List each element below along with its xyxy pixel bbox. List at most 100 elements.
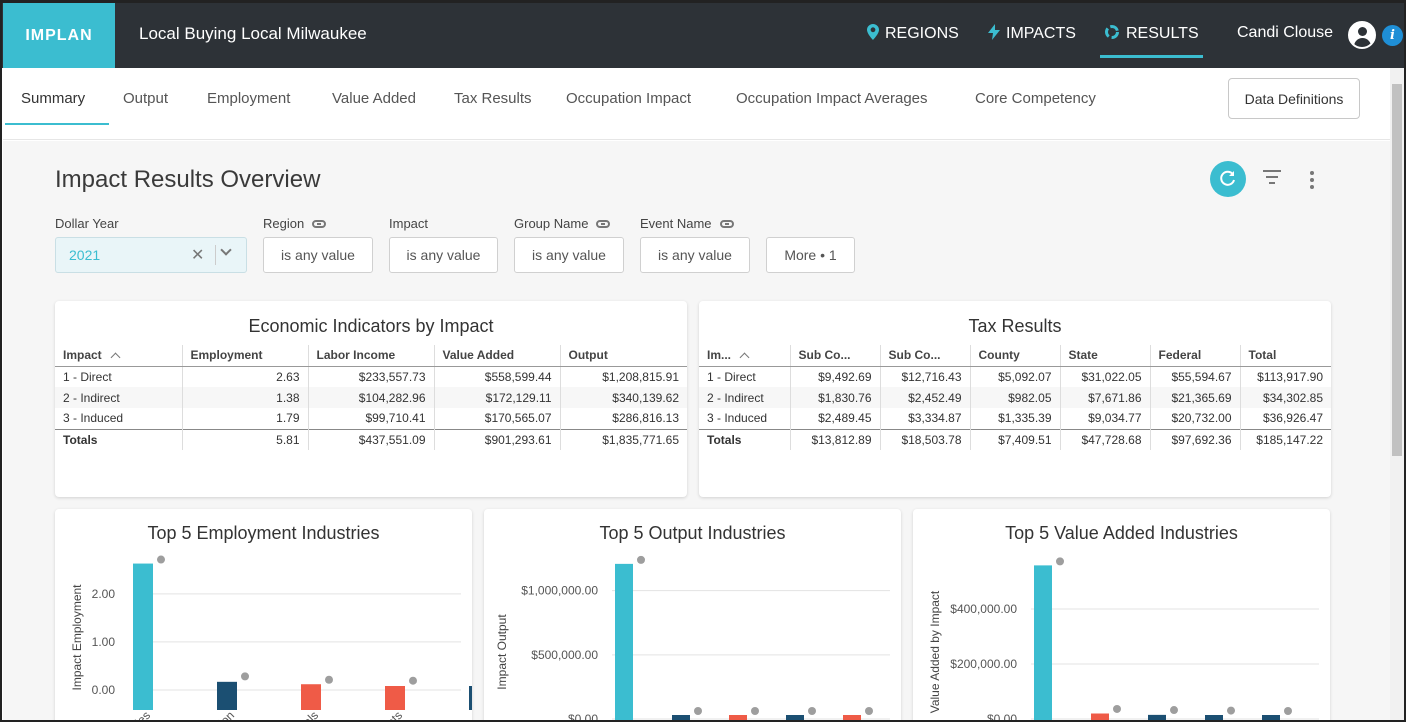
table-row: 1 - Direct $9,492.69 $12,716.43 $5,092.07 $3…: [699, 366, 1331, 387]
link-icon[interactable]: [719, 219, 734, 228]
y-tick-label: $0.00: [987, 712, 1017, 722]
implan-logo[interactable]: IMPLAN: [3, 3, 115, 68]
tab-value-added[interactable]: Value Added: [332, 90, 416, 107]
chart-bar[interactable]: [385, 686, 405, 710]
chart-marker[interactable]: [694, 707, 702, 715]
tab-summary[interactable]: Summary: [21, 90, 85, 107]
dollar-year-select[interactable]: 2021 ✕: [55, 237, 247, 273]
economic-indicators-card: Economic Indicators by Impact Impact Emp…: [55, 301, 687, 497]
economic-indicators-title: Economic Indicators by Impact: [248, 316, 494, 336]
chart-marker[interactable]: [1056, 557, 1064, 566]
chart-marker[interactable]: [1113, 704, 1121, 713]
y-tick-label: 0.00: [92, 683, 116, 697]
tab-occupation-impact-averages[interactable]: Occupation Impact Averages: [736, 90, 928, 107]
event-name-filter[interactable]: is any value: [640, 237, 750, 273]
clear-icon[interactable]: ✕: [191, 245, 204, 265]
table-row: 1 - Direct 2.63 $233,557.73 $558,599.44 $1,2…: [55, 366, 687, 387]
value-added-industries-card: Top 5 Value Added Industries $0.00 $200,0…: [913, 509, 1330, 722]
link-icon[interactable]: [312, 219, 327, 228]
tab-tax-results[interactable]: Tax Results: [454, 90, 532, 107]
chart-bar[interactable]: [217, 681, 237, 710]
region-filter[interactable]: is any value: [263, 237, 373, 273]
economic-indicators-table: Impact Employment Labor Income Value Add…: [55, 345, 687, 450]
filter-icon[interactable]: [1262, 170, 1282, 186]
column-header[interactable]: Value Added: [434, 345, 561, 367]
map-pin-icon: [867, 24, 879, 44]
results-icon: [1104, 24, 1120, 44]
tab-core-competency[interactable]: Core Competency: [975, 90, 1096, 107]
y-tick-label: $200,000.00: [950, 657, 1017, 671]
chart-marker[interactable]: [325, 675, 333, 684]
chart-bar[interactable]: [729, 715, 747, 722]
project-title: Local Buying Local Milwaukee: [139, 24, 367, 43]
chart-marker[interactable]: [1170, 706, 1178, 715]
scrollbar-thumb[interactable]: [1392, 84, 1402, 456]
chart-bar[interactable]: [1091, 713, 1109, 722]
chart-marker[interactable]: [637, 555, 645, 564]
tab-output[interactable]: Output: [123, 90, 168, 107]
event-name-label: Event Name: [640, 216, 734, 231]
active-tab-indicator: [5, 123, 109, 125]
x-tick-label: tate: [465, 708, 472, 722]
link-icon[interactable]: [596, 219, 611, 228]
impact-label: Impact: [389, 216, 429, 231]
chart-marker[interactable]: [751, 707, 759, 715]
chart-bar[interactable]: [672, 715, 690, 722]
info-icon[interactable]: i: [1382, 25, 1403, 46]
column-header[interactable]: Sub Co...: [790, 345, 881, 367]
chart-bar[interactable]: [133, 563, 153, 710]
refresh-icon: [1220, 170, 1235, 186]
refresh-button[interactable]: [1210, 161, 1246, 197]
y-tick-label: 1.00: [92, 635, 116, 649]
chart-bar[interactable]: [1205, 715, 1223, 722]
group-name-filter[interactable]: is any value: [514, 237, 624, 273]
y-tick-label: $500,000.00: [531, 648, 598, 662]
table-row: 3 - Induced 1.79 $99,710.41 $170,565.07 $286…: [55, 408, 687, 429]
column-header[interactable]: Im...: [699, 345, 791, 367]
chart-marker[interactable]: [1227, 706, 1235, 715]
chart-bar[interactable]: [786, 715, 804, 722]
user-name[interactable]: Candi Clouse: [1237, 24, 1333, 42]
column-header[interactable]: Federal: [1150, 345, 1241, 367]
x-tick-label: ants: [379, 708, 405, 722]
chart-bar[interactable]: [469, 686, 472, 710]
chart-marker[interactable]: [865, 707, 873, 715]
nav-impacts[interactable]: IMPACTS: [988, 0, 1076, 68]
nav-regions[interactable]: REGIONS: [867, 0, 959, 68]
chart-marker[interactable]: [241, 672, 249, 681]
column-header[interactable]: Sub Co...: [880, 345, 971, 367]
chart-bar[interactable]: [843, 715, 861, 722]
sort-ascending-icon[interactable]: [739, 352, 750, 363]
tab-employment[interactable]: Employment: [207, 90, 290, 107]
data-definitions-button[interactable]: Data Definitions: [1228, 78, 1360, 119]
chart-bar[interactable]: [1262, 715, 1280, 722]
impact-filter[interactable]: is any value: [389, 237, 498, 273]
chart-bar[interactable]: [1034, 565, 1052, 722]
column-header[interactable]: Output: [560, 345, 687, 367]
column-header[interactable]: State: [1060, 345, 1151, 367]
y-axis-label: Impact Output: [495, 614, 509, 690]
chart-marker[interactable]: [157, 555, 165, 564]
chart-marker[interactable]: [409, 676, 417, 685]
value-added-industries-chart: $0.00 $200,000.00 $400,000.00 Value Added b…: [928, 557, 1319, 722]
user-avatar-icon[interactable]: [1348, 21, 1376, 49]
chevron-down-icon[interactable]: [220, 244, 232, 256]
more-options-icon[interactable]: [1306, 171, 1318, 189]
tab-occupation-impact[interactable]: Occupation Impact: [566, 90, 691, 107]
chart-bar[interactable]: [615, 563, 633, 722]
chart-bar[interactable]: [1148, 714, 1166, 722]
chart-bar[interactable]: [301, 684, 321, 710]
more-filters-button[interactable]: More • 1: [766, 237, 855, 273]
column-header[interactable]: Employment: [182, 345, 309, 367]
column-header[interactable]: Labor Income: [308, 345, 435, 367]
chart-marker[interactable]: [808, 707, 816, 715]
x-tick-label: ation: [209, 708, 237, 722]
column-header[interactable]: County: [970, 345, 1061, 367]
nav-active-indicator: [1100, 55, 1203, 58]
column-header[interactable]: Total: [1240, 345, 1331, 367]
y-tick-label: $400,000.00: [950, 602, 1017, 616]
chart-marker[interactable]: [1284, 707, 1292, 715]
column-header[interactable]: Impact: [55, 345, 183, 367]
y-axis-label: Value Added by Impact: [928, 590, 942, 713]
sort-ascending-icon[interactable]: [110, 352, 121, 363]
